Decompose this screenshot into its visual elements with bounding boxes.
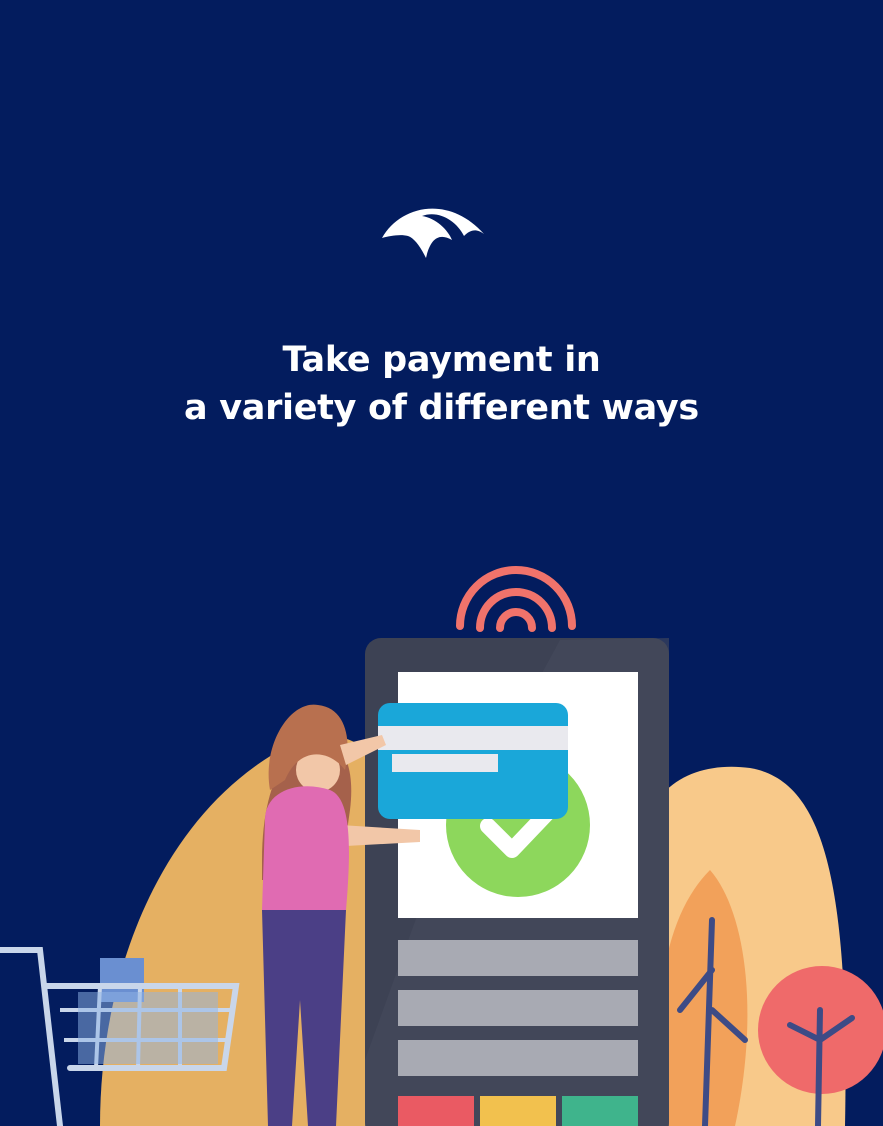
onboarding-screen: Take payment in a variety of different w… (0, 0, 883, 1126)
terminal-key-yellow (480, 1096, 556, 1126)
terminal-key-red (398, 1096, 474, 1126)
headline-line-1: Take payment in (282, 340, 601, 380)
contactless-icon (456, 566, 576, 632)
terminal-key-green (562, 1096, 638, 1126)
headline-line-2: a variety of different ways (184, 388, 699, 428)
brand-logo-icon (382, 208, 484, 258)
onboarding-headline: Take payment in a variety of different w… (0, 336, 883, 432)
card-payment-terminal-illustration (0, 566, 883, 1126)
